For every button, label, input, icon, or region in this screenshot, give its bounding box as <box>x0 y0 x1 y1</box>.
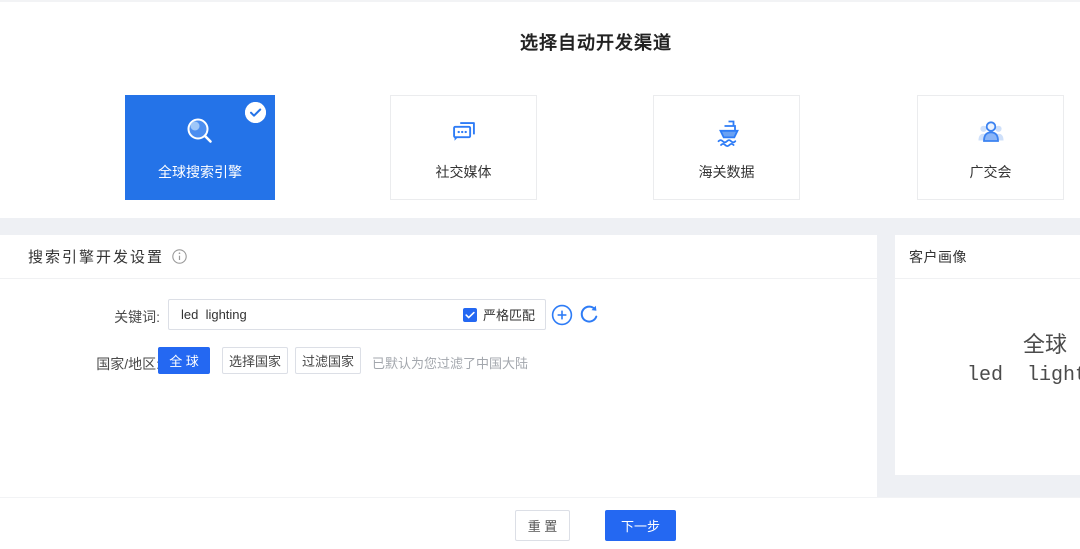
channel-card-social-media[interactable]: 社交媒体 <box>390 95 537 200</box>
footer-bar: 重 置 下一步 <box>0 497 1080 549</box>
channel-select-section: 选择自动开发渠道 全球搜索引擎 社交媒体 <box>0 0 1080 218</box>
channel-label: 广交会 <box>970 162 1012 182</box>
reset-button[interactable]: 重 置 <box>515 510 570 541</box>
search-icon <box>182 114 218 150</box>
strict-match-checkbox[interactable] <box>463 308 477 322</box>
channel-card-customs-data[interactable]: 海关数据 <box>653 95 800 200</box>
refresh-icon[interactable] <box>578 304 600 326</box>
channel-label: 社交媒体 <box>436 162 492 182</box>
channel-card-canton-fair[interactable]: 广交会 <box>917 95 1064 200</box>
selected-check-icon <box>245 102 266 123</box>
region-label: 国家/地区: <box>20 354 160 374</box>
settings-title: 搜索引擎开发设置 <box>28 246 164 267</box>
portrait-header: 客户画像 <box>895 235 1080 279</box>
channel-label: 全球搜索引擎 <box>158 162 242 182</box>
chat-icon <box>447 114 481 150</box>
region-filter-country-button[interactable]: 过滤国家 <box>295 347 361 374</box>
customer-portrait-panel: 客户画像 全球 led lighting <box>895 235 1080 475</box>
channel-card-global-search[interactable]: 全球搜索引擎 <box>125 95 275 200</box>
channel-label: 海关数据 <box>699 162 755 182</box>
keyword-input-wrap: 严格匹配 <box>168 299 546 330</box>
region-filter-hint: 已默认为您过滤了中国大陆 <box>372 353 528 372</box>
portrait-keyword-text: led lighting <box>895 361 1080 391</box>
add-keyword-icon[interactable] <box>551 304 573 326</box>
region-global-button[interactable]: 全 球 <box>158 347 210 374</box>
portrait-region-text: 全球 <box>895 331 1080 361</box>
portrait-content: 全球 led lighting <box>895 331 1080 391</box>
strict-match-label: 严格匹配 <box>483 305 535 324</box>
page-title: 选择自动开发渠道 <box>0 29 1080 55</box>
info-icon[interactable] <box>172 249 187 264</box>
settings-header: 搜索引擎开发设置 <box>0 235 877 279</box>
next-step-button[interactable]: 下一步 <box>605 510 676 541</box>
strict-match-toggle[interactable]: 严格匹配 <box>463 305 545 324</box>
ship-icon <box>709 114 745 150</box>
keyword-input[interactable] <box>169 300 463 329</box>
region-select-country-button[interactable]: 选择国家 <box>222 347 288 374</box>
search-settings-panel: 搜索引擎开发设置 关键词: 严格匹配 <box>0 235 877 498</box>
people-icon <box>973 114 1009 150</box>
keyword-label: 关键词: <box>20 307 160 327</box>
portrait-title: 客户画像 <box>909 247 967 267</box>
